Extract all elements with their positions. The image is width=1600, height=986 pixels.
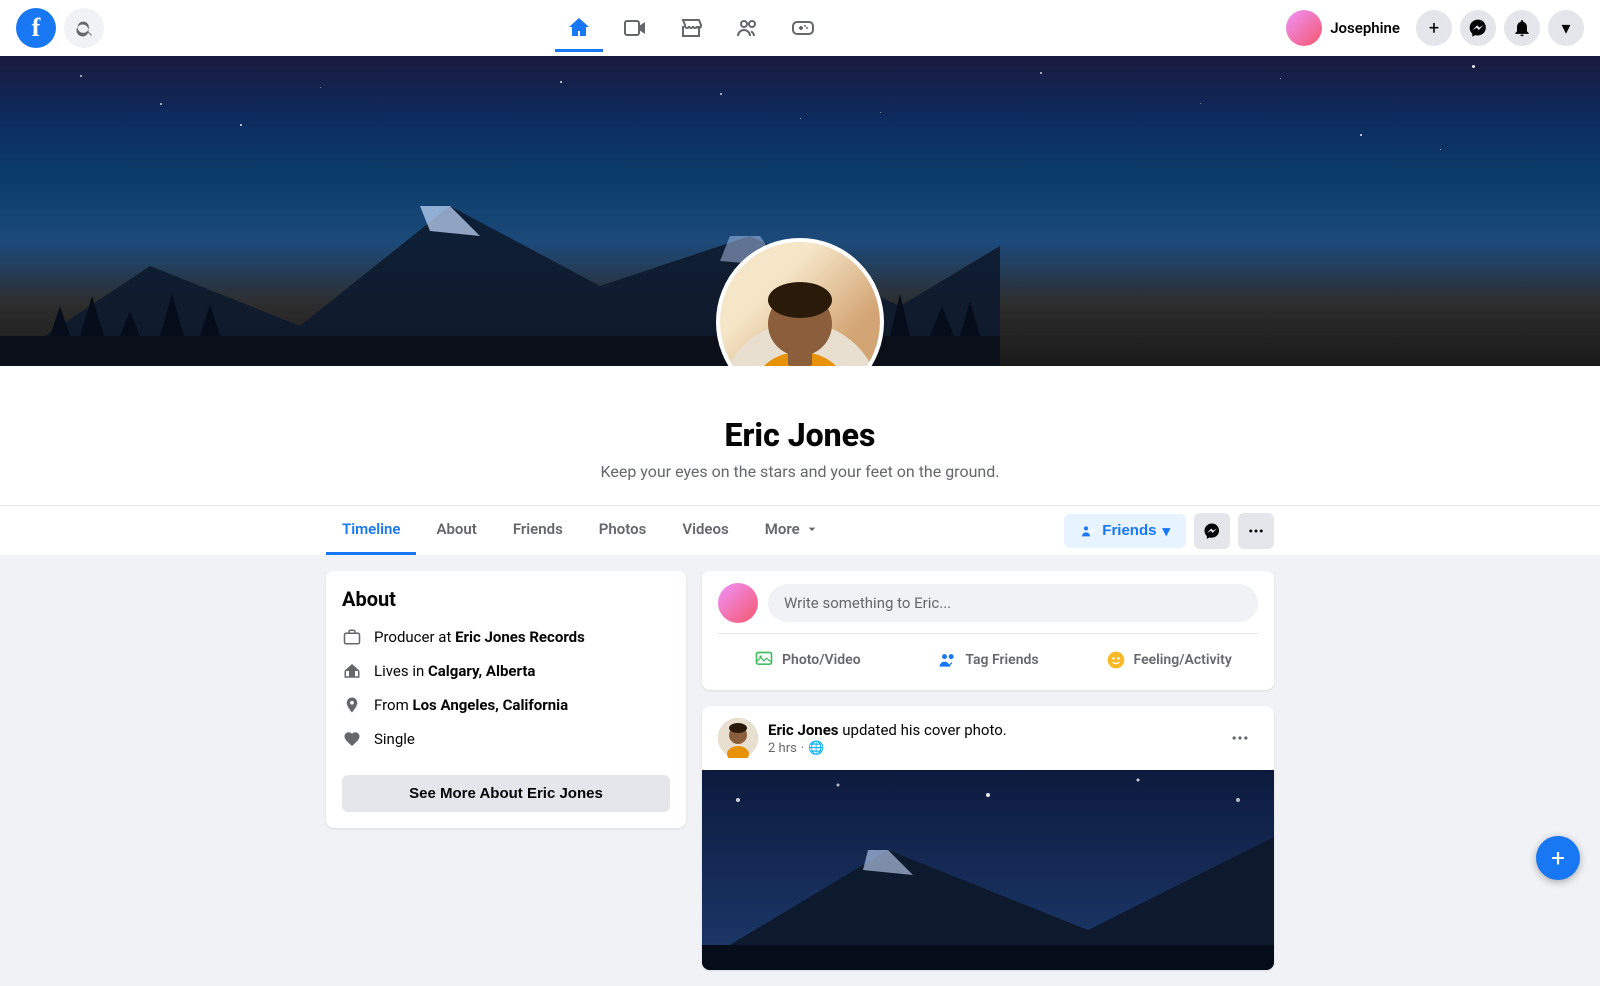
heart-icon	[342, 729, 362, 749]
activity-user: Eric Jones updated his cover photo. 2 hr…	[718, 718, 1007, 758]
about-work-item: Producer at Eric Jones Records	[342, 627, 670, 647]
right-column: Write something to Eric... Photo/Video T…	[702, 571, 1274, 970]
post-author-avatar	[718, 583, 758, 623]
profile-tabs-wrap: Timeline About Friends Photos Videos Mor…	[0, 505, 1600, 555]
about-from-city: Los Angeles, California	[412, 696, 568, 714]
tag-friends-label: Tag Friends	[965, 652, 1038, 668]
tab-timeline[interactable]: Timeline	[326, 506, 416, 555]
tab-friends[interactable]: Friends	[497, 506, 579, 555]
fab-button[interactable]: +	[1536, 836, 1580, 880]
nav-home-button[interactable]	[555, 4, 603, 52]
profile-bio: Keep your eyes on the stars and your fee…	[0, 462, 1600, 481]
write-post-input[interactable]: Write something to Eric...	[768, 584, 1258, 622]
activity-text-wrap: Eric Jones updated his cover photo. 2 hr…	[768, 721, 1007, 756]
activity-card: Eric Jones updated his cover photo. 2 hr…	[702, 706, 1274, 970]
see-more-about-button[interactable]: See More About Eric Jones	[342, 775, 670, 812]
location-icon	[342, 695, 362, 715]
nav-store-button[interactable]	[667, 4, 715, 52]
cover-section: Eric Jones Keep your eyes on the stars a…	[0, 56, 1600, 555]
write-post-actions: Photo/Video Tag Friends Feeling/Activity	[718, 633, 1258, 678]
nav-username: Josephine	[1330, 19, 1400, 37]
nav-groups-button[interactable]	[723, 4, 771, 52]
tabs-actions: Friends ▾	[1064, 513, 1274, 549]
message-button[interactable]	[1194, 513, 1230, 549]
tab-more[interactable]: More	[749, 506, 836, 555]
activity-username: Eric Jones	[768, 721, 839, 739]
nav-right: Josephine + ▾	[1278, 6, 1584, 50]
about-relationship-text: Single	[374, 730, 415, 748]
write-post-card: Write something to Eric... Photo/Video T…	[702, 571, 1274, 690]
photo-video-label: Photo/Video	[782, 652, 861, 668]
about-home-item: Lives in Calgary, Alberta	[342, 661, 670, 681]
about-work-text: Producer at Eric Jones Records	[374, 628, 585, 646]
tab-videos[interactable]: Videos	[666, 506, 744, 555]
nav-gaming-button[interactable]	[779, 4, 827, 52]
about-title: About	[342, 587, 670, 611]
content-area: About Producer at Eric Jones Records Liv…	[310, 571, 1290, 970]
cover-photo	[0, 56, 1600, 366]
about-relationship-item: Single	[342, 729, 670, 749]
nav-center	[104, 4, 1278, 52]
profile-tabs: Timeline About Friends Photos Videos Mor…	[310, 506, 1290, 555]
photo-video-button[interactable]: Photo/Video	[718, 642, 897, 678]
nav-left: f	[16, 8, 104, 48]
activity-time: 2 hrs	[768, 741, 797, 756]
menu-dropdown-button[interactable]: ▾	[1548, 10, 1584, 46]
feeling-activity-button[interactable]: Feeling/Activity	[1079, 642, 1258, 678]
about-from-text: From Los Angeles, California	[374, 696, 568, 714]
tag-friends-button[interactable]: Tag Friends	[899, 642, 1078, 678]
tab-photos[interactable]: Photos	[583, 506, 663, 555]
about-from-item: From Los Angeles, California	[342, 695, 670, 715]
nav-user-profile[interactable]: Josephine	[1278, 6, 1408, 50]
activity-meta: 2 hrs · 🌐	[768, 741, 1007, 756]
activity-action: updated his cover photo.	[842, 721, 1006, 739]
notifications-button[interactable]	[1504, 10, 1540, 46]
messenger-button[interactable]	[1460, 10, 1496, 46]
about-card: About Producer at Eric Jones Records Liv…	[326, 571, 686, 828]
write-post-top: Write something to Eric...	[718, 583, 1258, 623]
nav-user-avatar	[1286, 10, 1322, 46]
search-button[interactable]	[64, 8, 104, 48]
about-home-city: Calgary, Alberta	[428, 662, 535, 680]
activity-more-button[interactable]	[1222, 720, 1258, 756]
more-actions-button[interactable]	[1238, 513, 1274, 549]
profile-info: Eric Jones Keep your eyes on the stars a…	[0, 366, 1600, 497]
facebook-logo[interactable]: f	[16, 8, 56, 48]
tab-about[interactable]: About	[420, 506, 492, 555]
navbar: f Josephine +	[0, 0, 1600, 56]
briefcase-icon	[342, 627, 362, 647]
friends-button[interactable]: Friends ▾	[1064, 514, 1186, 548]
activity-cover-image	[702, 770, 1274, 970]
about-work-company: Eric Jones Records	[455, 628, 585, 646]
home-icon	[342, 661, 362, 681]
main-content: Eric Jones Keep your eyes on the stars a…	[0, 56, 1600, 970]
activity-separator: ·	[801, 741, 804, 756]
fb-logo-letter: f	[32, 15, 41, 41]
profile-name: Eric Jones	[0, 416, 1600, 454]
nav-video-button[interactable]	[611, 4, 659, 52]
activity-avatar	[718, 718, 758, 758]
activity-privacy: 🌐	[808, 741, 824, 756]
activity-header: Eric Jones updated his cover photo. 2 hr…	[702, 706, 1274, 770]
about-home-text: Lives in Calgary, Alberta	[374, 662, 535, 680]
create-button[interactable]: +	[1416, 10, 1452, 46]
profile-picture-inner	[720, 242, 880, 366]
activity-text: Eric Jones updated his cover photo.	[768, 721, 1007, 739]
feeling-activity-label: Feeling/Activity	[1134, 652, 1232, 668]
left-column: About Producer at Eric Jones Records Liv…	[326, 571, 686, 970]
